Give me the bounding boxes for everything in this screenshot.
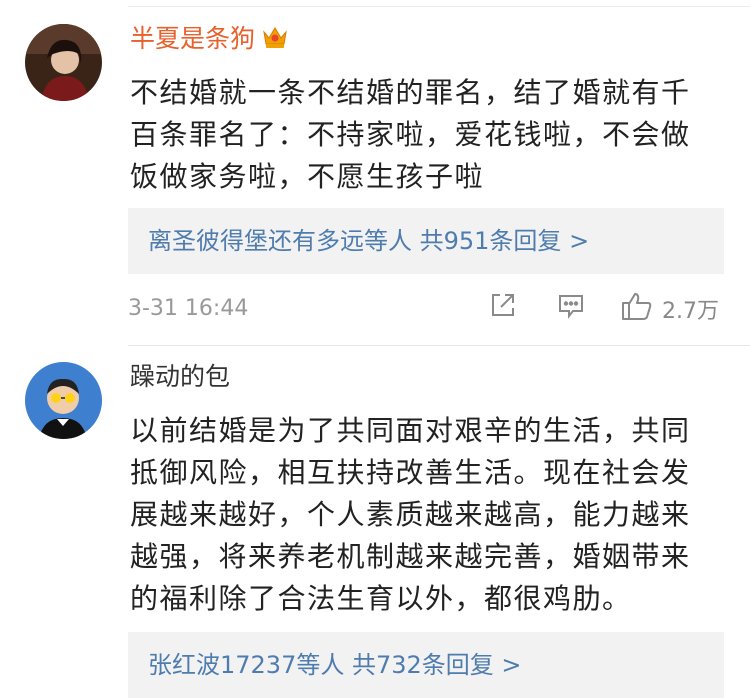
comment-divider [128,345,750,346]
like-button[interactable]: 2.7万 [620,290,719,328]
share-icon[interactable] [488,290,518,320]
thumbs-up-icon [620,290,654,328]
avatar[interactable] [25,24,102,101]
comment-username[interactable]: 半夏是条狗 [130,24,289,57]
avatar[interactable] [25,362,102,439]
comment-icon[interactable] [556,290,586,320]
comment-username[interactable]: 躁动的包 [130,362,230,392]
reply-summary-link[interactable]: 离圣彼得堡还有多远等人 共951条回复 > [128,208,724,274]
comment-text: 以前结婚是为了共同面对艰辛的生活，共同 抵御风险，相互扶持改善生活。现在社会发 … [130,414,691,615]
comment-time: 3-31 16:44 [128,296,249,321]
comment-meta: 3-31 16:44 2.7万 [128,290,724,330]
crown-vip-icon [261,24,289,57]
reply-summary-link[interactable]: 张红波17237等人 共732条回复 > [128,632,724,698]
comment-text: 不结婚就一条不结婚的罪名，结了婚就有千 百条罪名了：不持家啦，爱花钱啦，不会做 … [130,76,691,193]
like-count: 2.7万 [662,299,719,324]
top-divider [128,6,750,7]
